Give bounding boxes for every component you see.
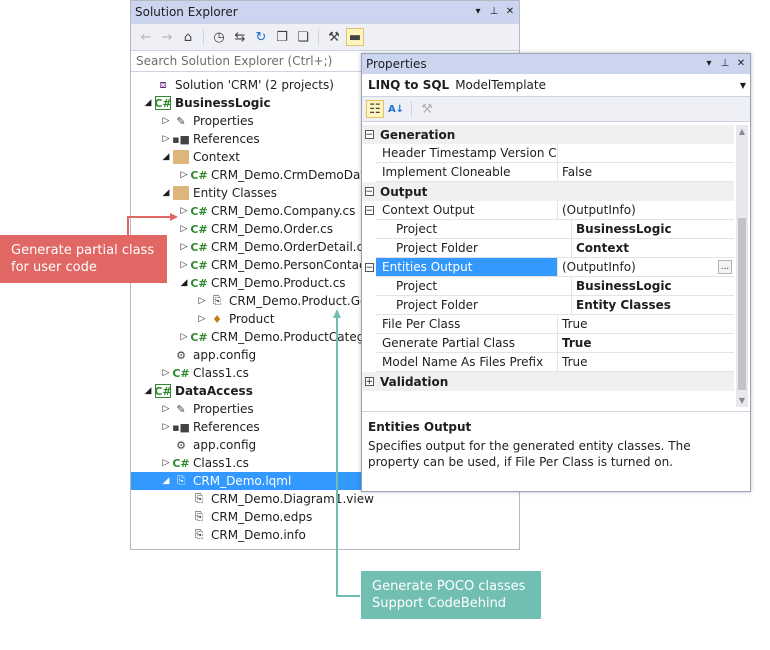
callout-poco: Generate POCO classes Support CodeBehind — [361, 571, 541, 619]
callout-partial-class: Generate partial class for user code — [0, 235, 167, 283]
callout-connectors — [127, 213, 360, 597]
teal-connector — [336, 316, 360, 597]
callout-poco-line1: Generate POCO classes — [372, 579, 526, 594]
callout-poco-line2: Support CodeBehind — [372, 596, 507, 611]
teal-arrowhead — [333, 309, 341, 318]
red-arrowhead — [170, 213, 178, 221]
